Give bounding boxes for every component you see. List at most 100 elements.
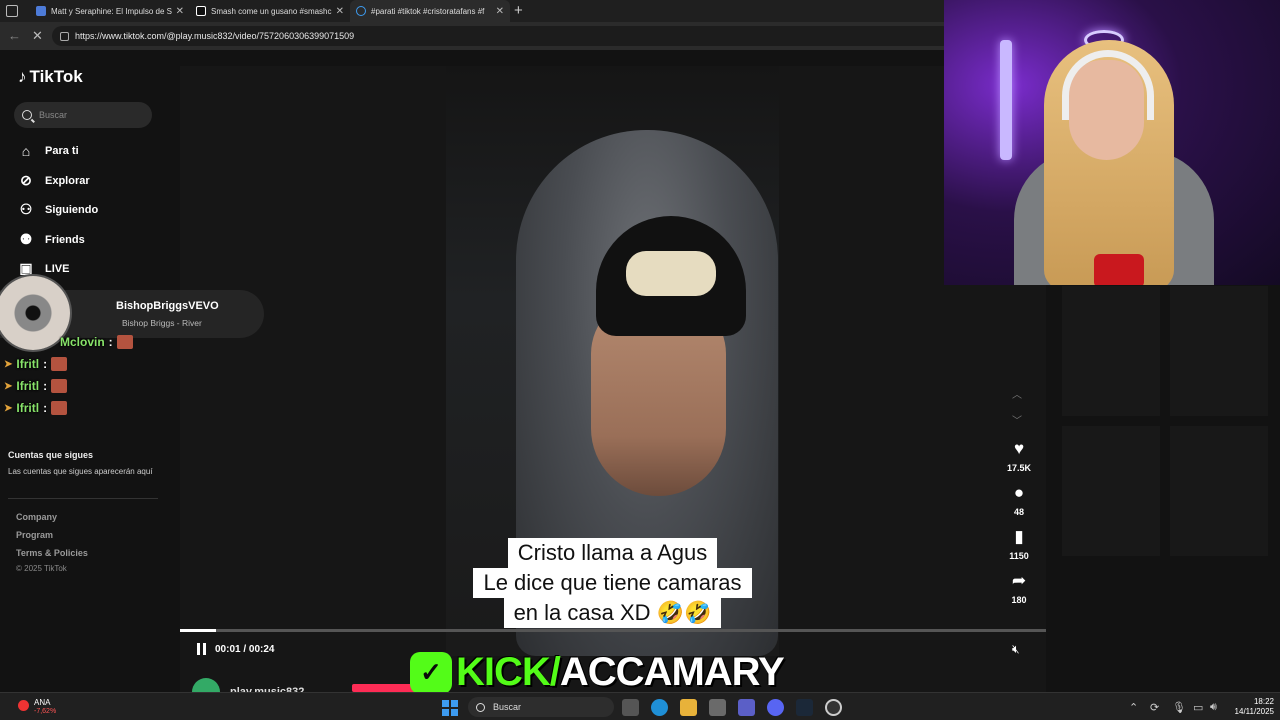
- site-info-icon[interactable]: [60, 31, 69, 41]
- nav-label: Friends: [45, 233, 85, 246]
- home-icon: ⌂: [21, 143, 31, 159]
- chat-username: Mclovin: [60, 335, 105, 349]
- reply-arrow-icon: ➤: [4, 358, 13, 370]
- back-arrow-icon[interactable]: ←: [8, 28, 21, 43]
- like-count: 17.5K: [1006, 463, 1032, 473]
- next-video-icon[interactable]: ﹀: [1012, 412, 1022, 427]
- edge-browser-icon[interactable]: [651, 699, 668, 716]
- browser-tab-active[interactable]: #parati #tiktok #cristoratafans #f ✕: [350, 0, 510, 22]
- close-icon[interactable]: ✕: [496, 6, 504, 17]
- video-player[interactable]: Cristo llama a Agus Le dice que tiene ca…: [180, 66, 1046, 706]
- followed-empty-text: Las cuentas que sigues aparecerán aquí: [8, 467, 153, 476]
- emote-icon: [51, 379, 68, 393]
- share-count: 180: [1011, 595, 1027, 605]
- save-action[interactable]: ▮ 1150: [1000, 528, 1038, 562]
- steam-icon[interactable]: [796, 699, 813, 716]
- task-view-icon[interactable]: [622, 699, 639, 716]
- nav-label: Siguiendo: [45, 203, 99, 216]
- compass-icon: ⊘: [20, 172, 32, 188]
- video-frame[interactable]: Cristo llama a Agus Le dice que tiene ca…: [446, 66, 779, 656]
- nav-item-explore[interactable]: ⊘ Explorar: [17, 172, 90, 189]
- muted-speaker-icon[interactable]: 🔇︎: [1012, 642, 1020, 657]
- comment-action[interactable]: ● 48: [1000, 484, 1038, 518]
- chat-separator: :: [43, 401, 48, 415]
- tiktok-favicon-icon: [196, 6, 206, 16]
- stop-loading-icon[interactable]: ✕: [32, 28, 43, 44]
- tiktok-logo[interactable]: ♪ TikTok: [18, 67, 83, 87]
- search-icon: [22, 110, 32, 120]
- follow-button[interactable]: [352, 684, 418, 692]
- previous-video-icon[interactable]: ︿: [1012, 386, 1022, 401]
- nav-item-following[interactable]: ⚇ Siguiendo: [17, 201, 98, 218]
- thumbnail[interactable]: [1062, 426, 1160, 556]
- save-count: 1150: [1009, 551, 1029, 561]
- reply-arrow-icon: ➤: [4, 380, 13, 392]
- verified-check-icon: ✓: [410, 651, 452, 694]
- footer-link-program[interactable]: Program: [16, 530, 53, 540]
- chat-message: Mclovin :: [60, 335, 133, 349]
- tray-overflow-icon[interactable]: ⌃: [1129, 701, 1138, 714]
- search-input[interactable]: Buscar: [14, 102, 152, 128]
- caption-line: Cristo llama a Agus: [446, 538, 779, 568]
- favicon-icon: [36, 6, 46, 16]
- friends-icon: ⚉: [19, 231, 33, 247]
- obs-icon[interactable]: [825, 699, 842, 716]
- thumbnail[interactable]: [1062, 286, 1160, 416]
- followed-accounts-section: Cuentas que sigues Las cuentas que sigue…: [8, 450, 158, 477]
- taskbar-search[interactable]: Buscar: [468, 697, 614, 717]
- thumbnail[interactable]: [1170, 426, 1268, 556]
- chat-separator: :: [108, 335, 113, 349]
- emote-icon: [116, 335, 133, 349]
- nav-item-live[interactable]: ▣ LIVE: [17, 260, 69, 277]
- channel-name: ACCAMARY: [559, 650, 785, 694]
- chat-username: Ifritl: [16, 401, 40, 415]
- footer-link-terms[interactable]: Terms & Policies: [16, 548, 88, 558]
- stock-name: ANA: [34, 698, 51, 707]
- discord-icon[interactable]: [767, 699, 784, 716]
- browser-tab[interactable]: Matt y Seraphine: El Impulso de S ✕: [30, 0, 190, 22]
- kick-label: KICK/: [456, 650, 561, 694]
- progress-bar[interactable]: [180, 629, 1046, 632]
- windows-start-icon[interactable]: [442, 700, 458, 716]
- like-action[interactable]: ♥ 17.5K: [1000, 440, 1038, 474]
- nav-item-for-you[interactable]: ⌂ Para ti: [17, 143, 79, 159]
- pause-icon[interactable]: [196, 643, 207, 655]
- clock-date: 14/11/2025: [1234, 707, 1274, 716]
- system-clock[interactable]: 18:22 14/11/2025: [1226, 697, 1274, 717]
- tray-sync-icon[interactable]: ⟳: [1150, 701, 1159, 714]
- tab-title: Smash come un gusano #smashc: [211, 6, 332, 16]
- share-action[interactable]: ➦ 180: [1000, 572, 1038, 606]
- stock-down-icon: [18, 700, 29, 711]
- browser-tab[interactable]: Smash come un gusano #smashc ✕: [190, 0, 350, 22]
- comment-count: 48: [1013, 507, 1024, 517]
- new-tab-icon[interactable]: +: [514, 2, 523, 19]
- tab-title: #parati #tiktok #cristoratafans #f: [371, 6, 485, 16]
- url-text: https://www.tiktok.com/@play.music832/vi…: [75, 31, 355, 41]
- webcam-overlay: [944, 0, 1280, 285]
- caption-line: Le dice que tiene camaras: [446, 568, 779, 598]
- network-icon[interactable]: ▭: [1193, 701, 1203, 714]
- chat-separator: :: [43, 379, 48, 393]
- tiktok-note-icon: ♪: [18, 67, 27, 86]
- user-follow-icon: ⚇: [19, 201, 33, 217]
- volume-icon[interactable]: 🔊︎: [1210, 701, 1217, 714]
- tab-actions-icon[interactable]: [6, 5, 18, 17]
- now-playing-artist: BishopBriggsVEVO: [116, 300, 219, 312]
- caption-line: en la casa XD 🤣🤣: [446, 598, 779, 628]
- url-field[interactable]: https://www.tiktok.com/@play.music832/vi…: [52, 26, 952, 46]
- stock-change: -7,62%: [34, 708, 57, 715]
- microphone-icon[interactable]: 🎙︎: [1172, 701, 1186, 714]
- teams-icon[interactable]: [738, 699, 755, 716]
- close-icon[interactable]: ✕: [176, 6, 184, 17]
- footer-link-company[interactable]: Company: [16, 512, 57, 522]
- mug: [1094, 254, 1144, 285]
- chat-separator: :: [43, 357, 48, 371]
- reply-arrow-icon: ➤: [4, 402, 13, 414]
- file-explorer-icon[interactable]: [680, 699, 697, 716]
- store-icon[interactable]: [709, 699, 726, 716]
- divider: [8, 498, 158, 499]
- close-icon[interactable]: ✕: [336, 6, 344, 17]
- nav-label: Explorar: [45, 174, 90, 187]
- thumbnail[interactable]: [1170, 286, 1268, 416]
- nav-item-friends[interactable]: ⚉ Friends: [17, 231, 85, 248]
